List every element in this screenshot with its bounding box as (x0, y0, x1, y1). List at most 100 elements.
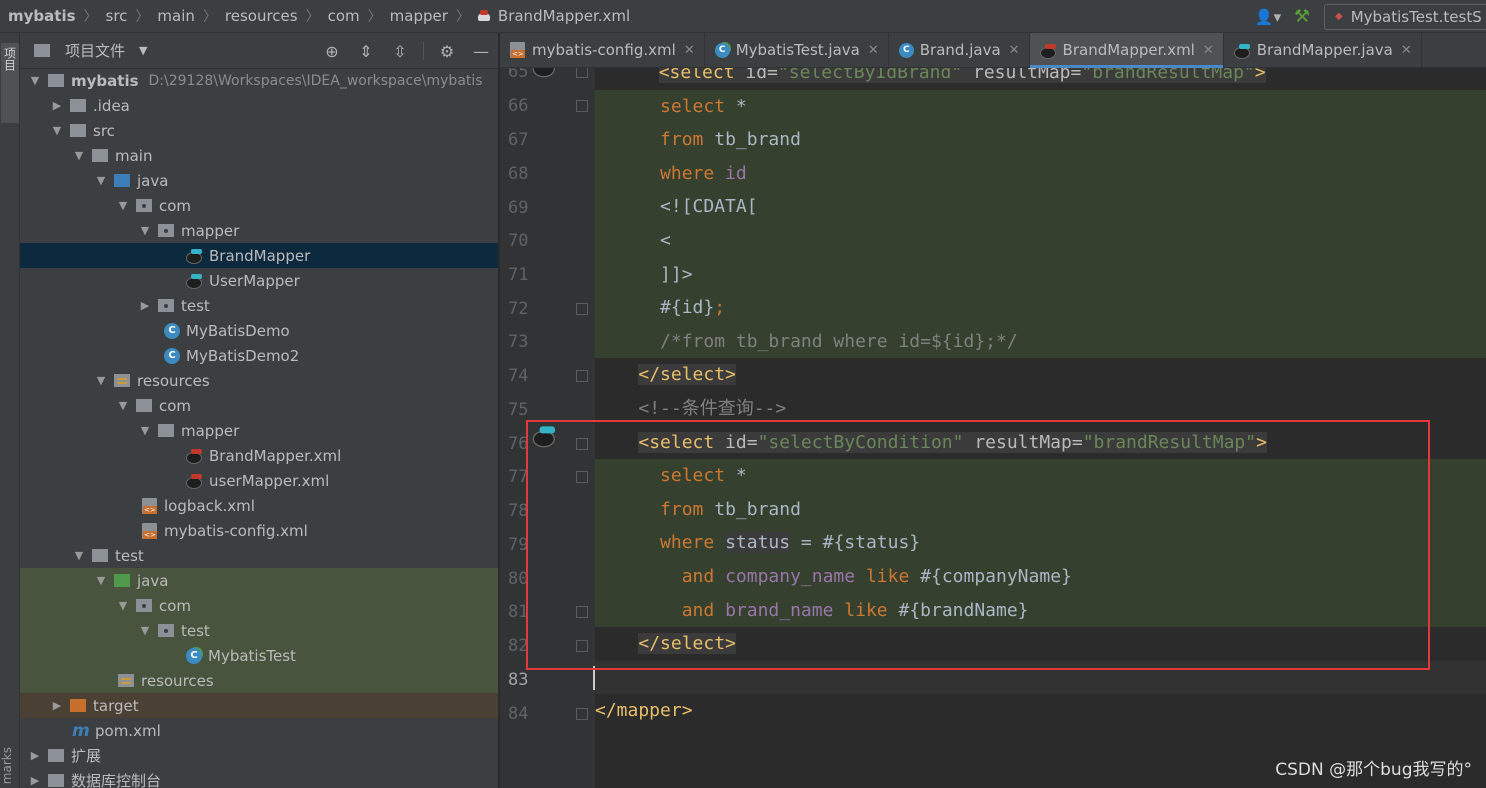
tree-item-res-com[interactable]: ▼ com (20, 393, 498, 418)
fold-marker-icon[interactable] (576, 708, 588, 720)
chevron-down-icon[interactable]: ▼ (72, 549, 86, 562)
chevron-down-icon[interactable]: ▼ (72, 149, 86, 162)
chevron-down-icon[interactable]: ▼ (139, 44, 147, 57)
account-icon[interactable]: 👤▾ (1250, 5, 1286, 29)
chevron-right-icon[interactable]: ▶ (138, 299, 152, 312)
chevron-down-icon[interactable]: ▼ (50, 124, 64, 137)
fold-marker-icon[interactable] (576, 100, 588, 112)
breadcrumb-item-com[interactable]: com (328, 7, 360, 25)
code-editor[interactable]: 65 66 67 68 69 70 71 72 73 74 75 76 77 7… (500, 68, 1486, 788)
tab-label: MybatisTest.java (735, 41, 860, 59)
tree-item-com[interactable]: ▼ com (20, 193, 498, 218)
project-panel-tools: ⊕ ⇕ ⇳ ⚙ — (321, 33, 492, 69)
chevron-down-icon[interactable]: ▼ (28, 74, 42, 87)
tree-item-main[interactable]: ▼ main (20, 143, 498, 168)
tree-item-test[interactable]: ▼ test (20, 543, 498, 568)
chevron-down-icon[interactable]: ▼ (94, 374, 108, 387)
locate-icon[interactable]: ⊕ (321, 42, 343, 61)
tree-item-target[interactable]: ▶ target (20, 693, 498, 718)
breadcrumb-file-label: BrandMapper.xml (497, 7, 631, 25)
tree-item-db-consoles[interactable]: ▶ 数据库控制台 (20, 768, 498, 788)
expand-all-icon[interactable]: ⇕ (355, 42, 377, 61)
tree-item-brandmapper-xml[interactable]: ▶ BrandMapper.xml (20, 443, 498, 468)
tree-item-mybatisdemo2[interactable]: ▶ C MyBatisDemo2 (20, 343, 498, 368)
build-hammer-icon[interactable]: ⚒ (1286, 6, 1318, 27)
tree-item-res-mapper[interactable]: ▼ mapper (20, 418, 498, 443)
fold-marker-icon[interactable] (576, 370, 588, 382)
tree-item-mybatistest[interactable]: ▶ C MybatisTest (20, 643, 498, 668)
fold-marker-icon[interactable] (576, 303, 588, 315)
gutter-line: 73 (500, 326, 595, 359)
collapse-all-icon[interactable]: ⇳ (389, 42, 411, 61)
tree-item-label: resources (141, 671, 214, 690)
tree-item-label: test (181, 621, 210, 640)
java-class-icon: C (164, 347, 180, 364)
breadcrumb-item-mapper[interactable]: mapper (390, 7, 448, 25)
close-icon[interactable]: ✕ (684, 43, 695, 58)
tree-item-extensions[interactable]: ▶ 扩展 (20, 743, 498, 768)
tree-item-test-java[interactable]: ▼ java (20, 568, 498, 593)
breadcrumb-item-resources[interactable]: resources (225, 7, 298, 25)
fold-marker-icon[interactable] (576, 68, 588, 78)
tree-item-test-test[interactable]: ▼ test (20, 618, 498, 643)
tree-item-idea[interactable]: ▶ .idea (20, 93, 498, 118)
bookmarks-tool-button[interactable]: marks (0, 747, 18, 784)
chevron-down-icon[interactable]: ▼ (116, 399, 130, 412)
tab-mybatis-config-xml[interactable]: mybatis-config.xml ✕ (500, 33, 705, 67)
tree-item-label: test (181, 296, 210, 315)
tree-item-brandmapper[interactable]: ▶ BrandMapper (20, 243, 498, 268)
chevron-down-icon[interactable]: ▼ (94, 174, 108, 187)
tab-brandmapper-xml[interactable]: BrandMapper.xml ✕ (1029, 33, 1224, 68)
tree-item-java[interactable]: ▼ java (20, 168, 498, 193)
project-tool-button[interactable]: 项目 (1, 43, 19, 123)
tree-item-logback-xml[interactable]: ▶ logback.xml (20, 493, 498, 518)
chevron-down-icon[interactable]: ▼ (116, 599, 130, 612)
tree-item-test-package[interactable]: ▶ test (20, 293, 498, 318)
tree-item-label: BrandMapper.xml (209, 446, 342, 465)
chevron-right-icon[interactable]: ▶ (50, 99, 64, 112)
breadcrumb-item-src[interactable]: src (106, 7, 128, 25)
tree-item-path: D:\29128\Workspaces\IDEA_workspace\mybat… (148, 72, 483, 89)
code-line-67: from tb_brand (595, 123, 1486, 157)
close-icon[interactable]: ✕ (868, 43, 879, 58)
line-number: 66 (508, 96, 529, 116)
chevron-right-icon[interactable]: ▶ (50, 699, 64, 712)
tree-item-test-com[interactable]: ▼ com (20, 593, 498, 618)
chevron-down-icon[interactable]: ▼ (116, 199, 130, 212)
tree-item-label: mybatis-config.xml (164, 521, 308, 540)
close-icon[interactable]: ✕ (1401, 43, 1412, 58)
gutter-mapper-icon-wrap[interactable] (532, 68, 559, 78)
tree-item-mybatisdemo[interactable]: ▶ C MyBatisDemo (20, 318, 498, 343)
gear-icon[interactable]: ⚙ (436, 42, 458, 61)
tree-item-label: com (159, 396, 192, 415)
hide-panel-icon[interactable]: — (470, 42, 492, 61)
tree-item-resources[interactable]: ▼ resources (20, 368, 498, 393)
chevron-down-icon[interactable]: ▼ (138, 424, 152, 437)
chevron-down-icon[interactable]: ▼ (138, 224, 152, 237)
tree-item-pom-xml[interactable]: ▶ m pom.xml (20, 718, 498, 743)
chevron-right-icon[interactable]: ▶ (28, 774, 42, 787)
tab-mybatistest-java[interactable]: C MybatisTest.java ✕ (705, 33, 889, 67)
close-icon[interactable]: ✕ (1009, 43, 1020, 58)
chevron-right-icon[interactable]: ▶ (28, 749, 42, 762)
tree-item-usermapper-xml[interactable]: ▶ userMapper.xml (20, 468, 498, 493)
tab-brand-java[interactable]: C Brand.java ✕ (889, 33, 1030, 67)
tree-item-project-root[interactable]: ▼ mybatis D:\29128\Workspaces\IDEA_works… (20, 68, 498, 93)
tree-item-test-resources[interactable]: ▶ resources (20, 668, 498, 693)
tree-item-mapper[interactable]: ▼ mapper (20, 218, 498, 243)
breadcrumb-item-main[interactable]: main (157, 7, 194, 25)
tree-item-mybatis-config-xml[interactable]: ▶ mybatis-config.xml (20, 518, 498, 543)
tree-item-usermapper[interactable]: ▶ UserMapper (20, 268, 498, 293)
chevron-down-icon[interactable]: ▼ (138, 624, 152, 637)
tree-item-src[interactable]: ▼ src (20, 118, 498, 143)
line-number: 72 (508, 299, 529, 319)
project-panel-title[interactable]: 项目文件 (65, 40, 125, 61)
tab-brandmapper-java[interactable]: BrandMapper.java ✕ (1224, 33, 1422, 67)
cdata-content: < (660, 230, 671, 251)
breadcrumb-item-project[interactable]: mybatis (8, 7, 76, 25)
chevron-down-icon[interactable]: ▼ (94, 574, 108, 587)
run-configuration-selector[interactable]: ◆ MybatisTest.testS (1324, 3, 1486, 30)
breadcrumb-item-file[interactable]: BrandMapper.xml (477, 7, 631, 25)
close-icon[interactable]: ✕ (1203, 43, 1214, 58)
breadcrumb-separator-icon: 〉 (83, 9, 98, 25)
